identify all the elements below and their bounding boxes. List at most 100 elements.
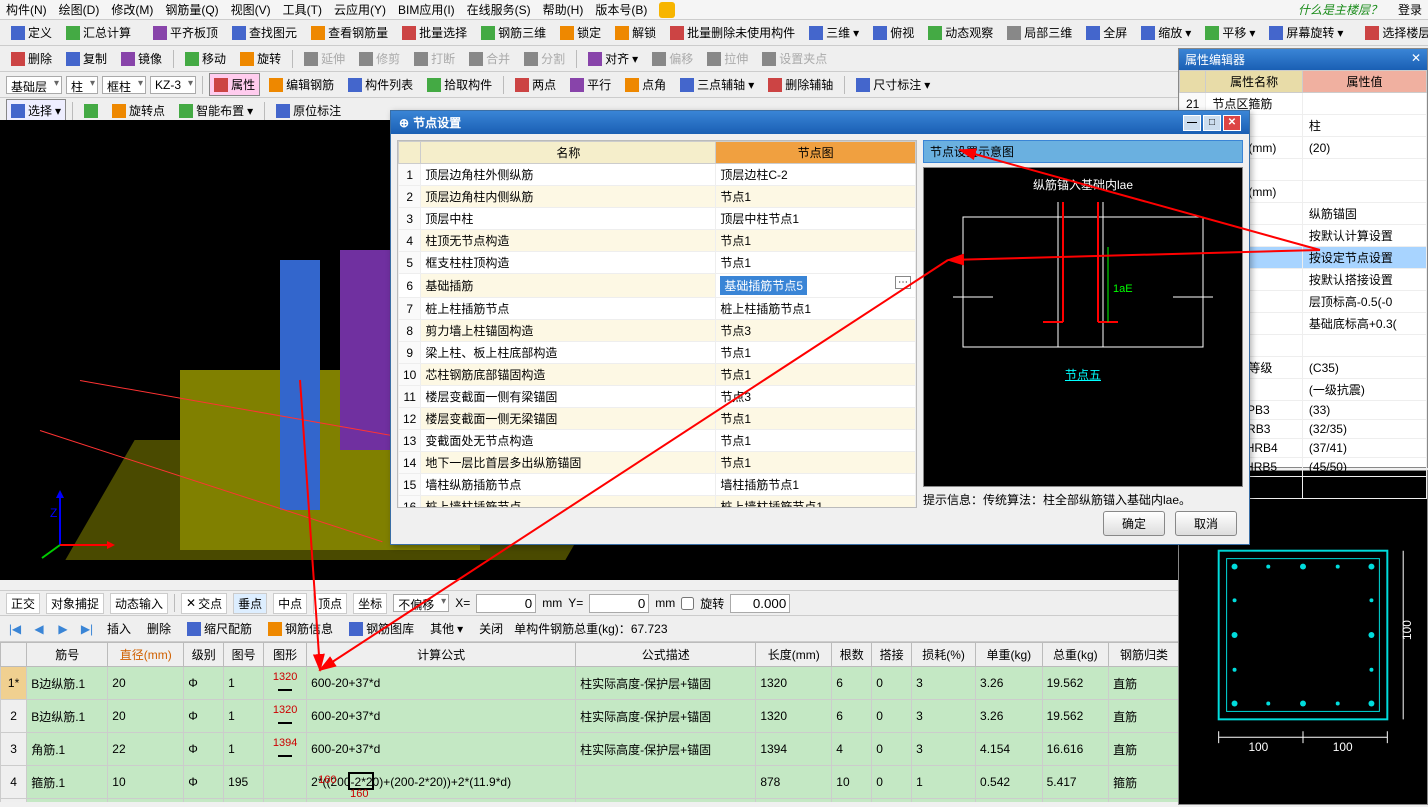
node-val-cell[interactable]: 节点3 <box>716 320 916 342</box>
menu-tools[interactable]: 工具(T) <box>283 1 322 18</box>
batch-select-button[interactable]: 批量选择 <box>397 21 472 44</box>
rebar-tw[interactable]: 16.616 <box>1042 733 1109 766</box>
mirror-button[interactable]: 镜像 <box>116 47 167 70</box>
rebar-len[interactable]: 1394 <box>756 733 832 766</box>
rebar-num[interactable]: 4 <box>832 733 872 766</box>
prop-value[interactable]: 层顶标高-0.5(-0 <box>1302 291 1426 313</box>
node-val-cell[interactable]: 节点1 <box>716 430 916 452</box>
node-name-cell[interactable]: 剪力墙上柱锚固构造 <box>421 320 716 342</box>
coord-snap[interactable]: 坐标 <box>353 593 387 614</box>
rebar-num[interactable]: 6 <box>832 667 872 700</box>
rebar-tw[interactable]: 19.562 <box>1042 700 1109 733</box>
sum-button[interactable]: 汇总计算 <box>61 21 136 44</box>
view-rebar-button[interactable]: 查看钢筋量 <box>306 21 393 44</box>
prop-value[interactable]: (C35) <box>1302 357 1426 379</box>
rebar-header[interactable]: 单重(kg) <box>976 643 1043 667</box>
align-button[interactable]: 对齐 ▾ <box>583 47 643 70</box>
node-name-cell[interactable]: 柱顶无节点构造 <box>421 230 716 252</box>
rebar-lap[interactable]: 0 <box>872 667 912 700</box>
rebar-table[interactable]: 筋号直径(mm)级别图号图形计算公式公式描述长度(mm)根数搭接损耗(%)单重(… <box>0 642 1180 802</box>
rebar-loss[interactable]: 1 <box>912 766 976 799</box>
rebar-header[interactable]: 级别 <box>184 643 224 667</box>
point-angle-button[interactable]: 点角 <box>620 73 671 96</box>
rebar-len[interactable]: 1320 <box>756 667 832 700</box>
dimension-button[interactable]: 尺寸标注 ▾ <box>851 73 935 96</box>
select-button[interactable]: 选择 ▾ <box>6 99 66 122</box>
vertex-snap[interactable]: 顶点 <box>313 593 347 614</box>
row-index[interactable]: 3 <box>1 733 27 766</box>
row-index[interactable]: 2 <box>1 700 27 733</box>
node-name-cell[interactable]: 顶层边角柱外侧纵筋 <box>421 164 716 186</box>
node-val-cell[interactable]: 节点1 <box>716 408 916 430</box>
define-button[interactable]: 定义 <box>6 21 57 44</box>
zoom-button[interactable]: 缩放 ▾ <box>1136 21 1196 44</box>
lock-button[interactable]: 锁定 <box>555 21 606 44</box>
prop-value[interactable]: (一级抗震) <box>1302 379 1426 401</box>
prop-value[interactable]: 按默认计算设置 <box>1302 225 1426 247</box>
node-table[interactable]: 名称节点图 1顶层边角柱外侧纵筋顶层边柱C-22顶层边角柱内侧纵筋节点13顶层中… <box>397 140 917 508</box>
node-name-cell[interactable]: 桩上柱插筋节点 <box>421 298 716 320</box>
floor-combo[interactable]: 基础层 <box>6 76 62 94</box>
rebar-header[interactable]: 损耗(%) <box>912 643 976 667</box>
rebar-formula[interactable]: 2*(((200-2*20-2*d-22)/4*2+ <box>307 799 576 803</box>
prop-value[interactable] <box>1302 335 1426 357</box>
rebar-header[interactable]: 直径(mm) <box>108 643 184 667</box>
rebar-dia[interactable]: 20 <box>108 700 184 733</box>
batch-delete-button[interactable]: 批量删除未使用构件 <box>665 21 800 44</box>
component-list-button[interactable]: 构件列表 <box>343 73 418 96</box>
rebar-fig[interactable]: 1 <box>224 733 264 766</box>
rebar-header[interactable]: 钢筋归类 <box>1109 643 1180 667</box>
rebar-shape[interactable]: 160160 <box>264 766 307 799</box>
rotate-point-button[interactable]: 旋转点 <box>107 99 170 122</box>
main-floor-link[interactable]: 什么是主楼层？ <box>1298 1 1382 18</box>
rebar-shape[interactable]: 1394 <box>264 733 307 766</box>
menu-version[interactable]: 版本号(B) <box>595 1 647 18</box>
select-floor-button[interactable]: 选择楼层 ▾ <box>1360 21 1428 44</box>
intersection-snap[interactable]: ✕ 交点 <box>181 593 227 614</box>
rebar-num[interactable]: 6 <box>832 700 872 733</box>
prop-value[interactable] <box>1302 159 1426 181</box>
rebar-level[interactable]: Φ <box>184 667 224 700</box>
osnap-toggle[interactable]: 对象捕捉 <box>46 593 104 614</box>
rebar-formula[interactable]: 600-20+37*d <box>307 733 576 766</box>
node-val-cell[interactable]: 节点3 <box>716 386 916 408</box>
menu-online[interactable]: 在线服务(S) <box>467 1 531 18</box>
rebar-header[interactable]: 搭接 <box>872 643 912 667</box>
two-point-button[interactable]: 两点 <box>510 73 561 96</box>
row-index[interactable]: 4 <box>1 766 27 799</box>
prop-value[interactable] <box>1302 181 1426 203</box>
inplace-label-button[interactable]: 原位标注 <box>271 99 346 122</box>
rebar-formula[interactable]: 600-20+37*d <box>307 667 576 700</box>
ortho-toggle[interactable]: 正交 <box>6 593 40 614</box>
view-3d-button[interactable]: 三维 ▾ <box>804 21 864 44</box>
rebar-uw[interactable]: 0.542 <box>976 766 1043 799</box>
node-name-cell[interactable]: 芯柱钢筋底部锚固构造 <box>421 364 716 386</box>
prop-value[interactable]: 柱 <box>1302 115 1426 137</box>
rebar-desc[interactable] <box>576 766 756 799</box>
rebar-desc[interactable]: 柱实际高度-保护层+锚固 <box>576 700 756 733</box>
node-name-cell[interactable]: 框支柱柱顶构造 <box>421 252 716 274</box>
rebar-uw[interactable]: 3.26 <box>976 700 1043 733</box>
node-val-cell[interactable]: 节点1 <box>716 186 916 208</box>
move-button[interactable]: 移动 <box>180 47 231 70</box>
rotate-check[interactable] <box>681 597 694 610</box>
smart-layout-button[interactable]: 智能布置 ▾ <box>174 99 258 122</box>
rebar-cat[interactable]: 直筋 <box>1109 700 1180 733</box>
category-combo[interactable]: 柱 <box>66 76 98 94</box>
copy-button[interactable]: 复制 <box>61 47 112 70</box>
close-button[interactable]: ✕ <box>1223 115 1241 131</box>
rebar-header[interactable]: 图号 <box>224 643 264 667</box>
node-name-cell[interactable]: 基础插筋 <box>421 274 716 298</box>
type-combo[interactable]: 框柱 <box>102 76 146 94</box>
insert-row-button[interactable]: 插入 <box>102 617 136 640</box>
prop-value[interactable]: 按默认搭接设置 <box>1302 269 1426 291</box>
cancel-button[interactable]: 取消 <box>1175 511 1237 536</box>
node-val-cell[interactable]: 节点1 <box>716 230 916 252</box>
rebar-name[interactable]: 箍筋.1 <box>27 766 108 799</box>
rebar-name[interactable]: B边纵筋.1 <box>27 667 108 700</box>
row-expand-button[interactable]: ⋯ <box>895 276 911 289</box>
menu-draw[interactable]: 绘图(D) <box>59 1 100 18</box>
rebar-level[interactable]: Φ <box>184 733 224 766</box>
rebar-header[interactable]: 根数 <box>832 643 872 667</box>
node-val-cell[interactable]: 节点1 <box>716 342 916 364</box>
